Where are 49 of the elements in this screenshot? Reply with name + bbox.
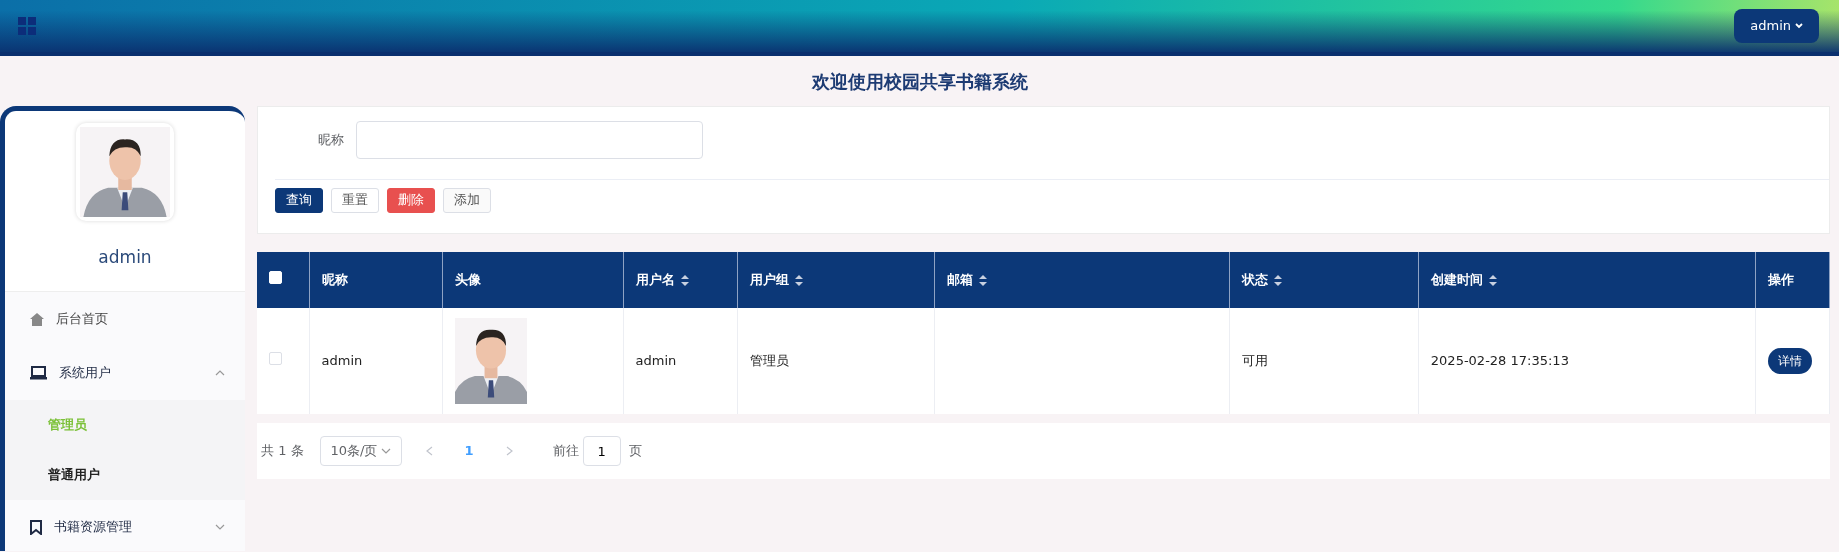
add-button[interactable]: 添加 — [443, 188, 491, 213]
sort-icon — [1273, 274, 1282, 286]
field-label: 昵称 — [318, 131, 344, 150]
user-menu-button[interactable]: admin — [1734, 9, 1819, 43]
sort-icon — [1488, 274, 1497, 286]
sidebar-menu-item[interactable]: 系统用户 — [5, 346, 245, 400]
home-icon — [30, 312, 44, 326]
laptop-icon — [30, 366, 47, 380]
column-header[interactable]: 创建时间 — [1430, 270, 1497, 290]
grid-menu-icon[interactable] — [18, 17, 36, 35]
column-header[interactable]: 用户名 — [635, 270, 689, 290]
sort-icon — [794, 274, 803, 286]
page-input-field[interactable]: 1 — [582, 436, 621, 466]
sort-icon — [680, 274, 689, 286]
search-button[interactable]: 查询 — [275, 188, 323, 213]
page-title: 欢迎使用校园共享书籍系统 — [811, 71, 1028, 92]
chevron-icon — [380, 448, 391, 454]
sidebar-menu-item[interactable]: 后台首页 — [5, 292, 245, 346]
sidebar-submenu-item[interactable]: 普通用户 — [5, 450, 245, 500]
table-cell: admin — [635, 353, 677, 369]
reset-button[interactable]: 重置 — [331, 188, 379, 213]
column-header: 昵称 — [321, 270, 348, 289]
row-checkbox[interactable] — [269, 352, 282, 366]
nickname-input-field[interactable] — [356, 121, 703, 159]
column-header: 操作 — [1767, 270, 1794, 289]
sort-icon — [978, 274, 987, 286]
column-header[interactable]: 邮箱 — [946, 270, 987, 290]
table-cell: 管理员 — [749, 353, 789, 369]
caret-icon — [1795, 23, 1803, 29]
username-label: admin — [98, 246, 152, 269]
previous-page-icon[interactable] — [425, 446, 433, 456]
sidebar-menu-item[interactable]: 书籍资源管理 — [5, 500, 245, 551]
details-button[interactable]: 详情 — [1767, 348, 1812, 374]
column-header[interactable]: 用户组 — [749, 270, 803, 290]
total-count: 共 1 条 — [261, 442, 304, 461]
table-cell: admin — [321, 353, 363, 369]
page-size-select[interactable]: 10条/页 — [319, 436, 402, 466]
bookmark-icon — [30, 519, 42, 535]
column-header[interactable]: 状态 — [1241, 270, 1282, 290]
goto-label: 前往 — [552, 442, 579, 461]
chevron-icon — [215, 524, 225, 530]
page-suffix-label: 页 — [628, 442, 642, 461]
delete-button[interactable]: 删除 — [387, 188, 435, 213]
table-cell: 可用 — [1241, 353, 1268, 369]
column-header: 头像 — [454, 270, 481, 289]
table-cell: 2025-02-28 17:35:13 — [1430, 353, 1569, 369]
chevron-icon — [215, 370, 225, 376]
next-page-icon[interactable] — [505, 446, 513, 456]
select-all-checkbox[interactable] — [269, 270, 282, 284]
